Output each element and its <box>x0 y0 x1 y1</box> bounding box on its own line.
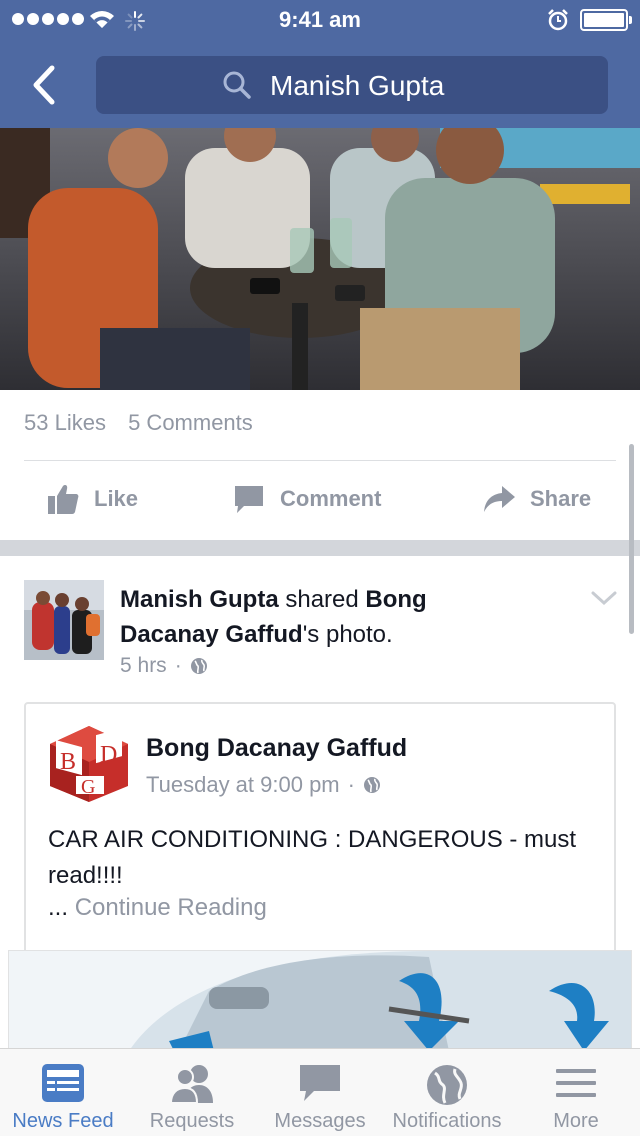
like-label: Like <box>94 486 139 511</box>
tab-messages[interactable]: Messages <box>256 1049 384 1136</box>
tab-notifications[interactable]: Notifications <box>382 1049 512 1136</box>
alarm-icon <box>548 9 568 31</box>
search-query: Manish Gupta <box>270 70 445 101</box>
share-arrow-icon <box>484 486 515 512</box>
owner-suffix: 's photo. <box>302 621 393 648</box>
search-icon <box>223 71 251 99</box>
svg-text:D: D <box>100 742 117 768</box>
tab-label: Messages <box>274 1110 366 1132</box>
comment-button[interactable]: Comment <box>232 482 381 516</box>
comment-label: Comment <box>280 486 382 511</box>
status-time: 9:41 am <box>279 7 361 32</box>
post-meta: 5 hrs · <box>120 654 208 678</box>
bottom-tab-bar: News Feed Requests Messages Notification… <box>0 1048 640 1136</box>
feed-separator <box>0 540 640 556</box>
svg-text:G: G <box>81 776 95 798</box>
status-bar: 9:41 am <box>0 0 640 40</box>
share-label: Share <box>530 486 592 511</box>
owner-name-line2[interactable]: Dacanay Gaffud <box>120 621 303 648</box>
likes-count[interactable]: 53 Likes <box>24 410 106 435</box>
thumbs-up-icon <box>48 485 79 514</box>
back-button[interactable] <box>24 60 64 110</box>
globe-icon <box>427 1065 467 1105</box>
battery-icon <box>580 9 632 31</box>
like-button[interactable]: Like <box>46 482 138 516</box>
shared-page-name[interactable]: Bong Dacanay Gaffud <box>146 734 407 763</box>
menu-icon <box>556 1069 596 1097</box>
bdg-logo-image[interactable]: B D G <box>48 724 130 804</box>
tab-label: Requests <box>149 1110 235 1132</box>
chevron-down-icon[interactable] <box>590 590 618 608</box>
navigation-header: 9:41 am Manish Gupta <box>0 0 640 128</box>
post-verb: shared <box>285 586 359 613</box>
shared-time[interactable]: Tuesday at 9:00 pm <box>146 772 340 798</box>
tab-label: News Feed <box>12 1110 114 1132</box>
ellipsis: ... <box>48 894 69 921</box>
tab-more[interactable]: More <box>512 1049 640 1136</box>
shared-post-text: CAR AIR CONDITIONING : DANGEROUS - must … <box>48 826 577 889</box>
svg-text:B: B <box>60 749 76 775</box>
friends-icon <box>169 1065 213 1103</box>
globe-privacy-icon <box>363 777 380 793</box>
continue-reading-link[interactable]: ... Continue Reading <box>48 894 267 922</box>
tab-label: Notifications <box>392 1110 502 1132</box>
news-feed-icon <box>42 1064 84 1102</box>
messages-icon <box>300 1065 340 1101</box>
comments-count[interactable]: 5 Comments <box>128 410 253 435</box>
tab-label: More <box>553 1110 599 1132</box>
post-actions: Like Comment Share <box>0 470 640 534</box>
author-name[interactable]: Manish Gupta <box>120 586 279 613</box>
post-photo[interactable] <box>0 128 640 390</box>
scrollbar[interactable] <box>629 444 634 634</box>
post-stats: 53 Likes 5 Comments <box>24 410 269 436</box>
owner-name-line1[interactable]: Bong <box>365 586 426 613</box>
comment-icon <box>235 486 263 513</box>
feed-post: Manish Gupta shared Bong Dacanay Gaffud'… <box>0 556 640 1050</box>
continue-reading-label: Continue Reading <box>74 894 267 921</box>
divider <box>24 460 616 461</box>
tab-requests[interactable]: Requests <box>128 1049 256 1136</box>
globe-privacy-icon <box>190 658 207 674</box>
share-button[interactable]: Share <box>482 482 591 516</box>
shared-meta-dot: · <box>347 772 355 797</box>
shared-post-card[interactable]: B D G Bong Dacanay Gaffud Tuesday at 9:0… <box>24 702 616 962</box>
post-time[interactable]: 5 hrs <box>120 654 167 678</box>
post-headline: Manish Gupta shared Bong Dacanay Gaffud'… <box>120 582 580 652</box>
shared-article-image[interactable] <box>8 950 632 1050</box>
author-avatar[interactable] <box>24 580 104 660</box>
search-bar[interactable]: Manish Gupta <box>96 56 608 114</box>
tab-news-feed[interactable]: News Feed <box>0 1049 126 1136</box>
meta-dot: · <box>174 654 182 677</box>
shared-meta: Tuesday at 9:00 pm · <box>146 772 381 798</box>
